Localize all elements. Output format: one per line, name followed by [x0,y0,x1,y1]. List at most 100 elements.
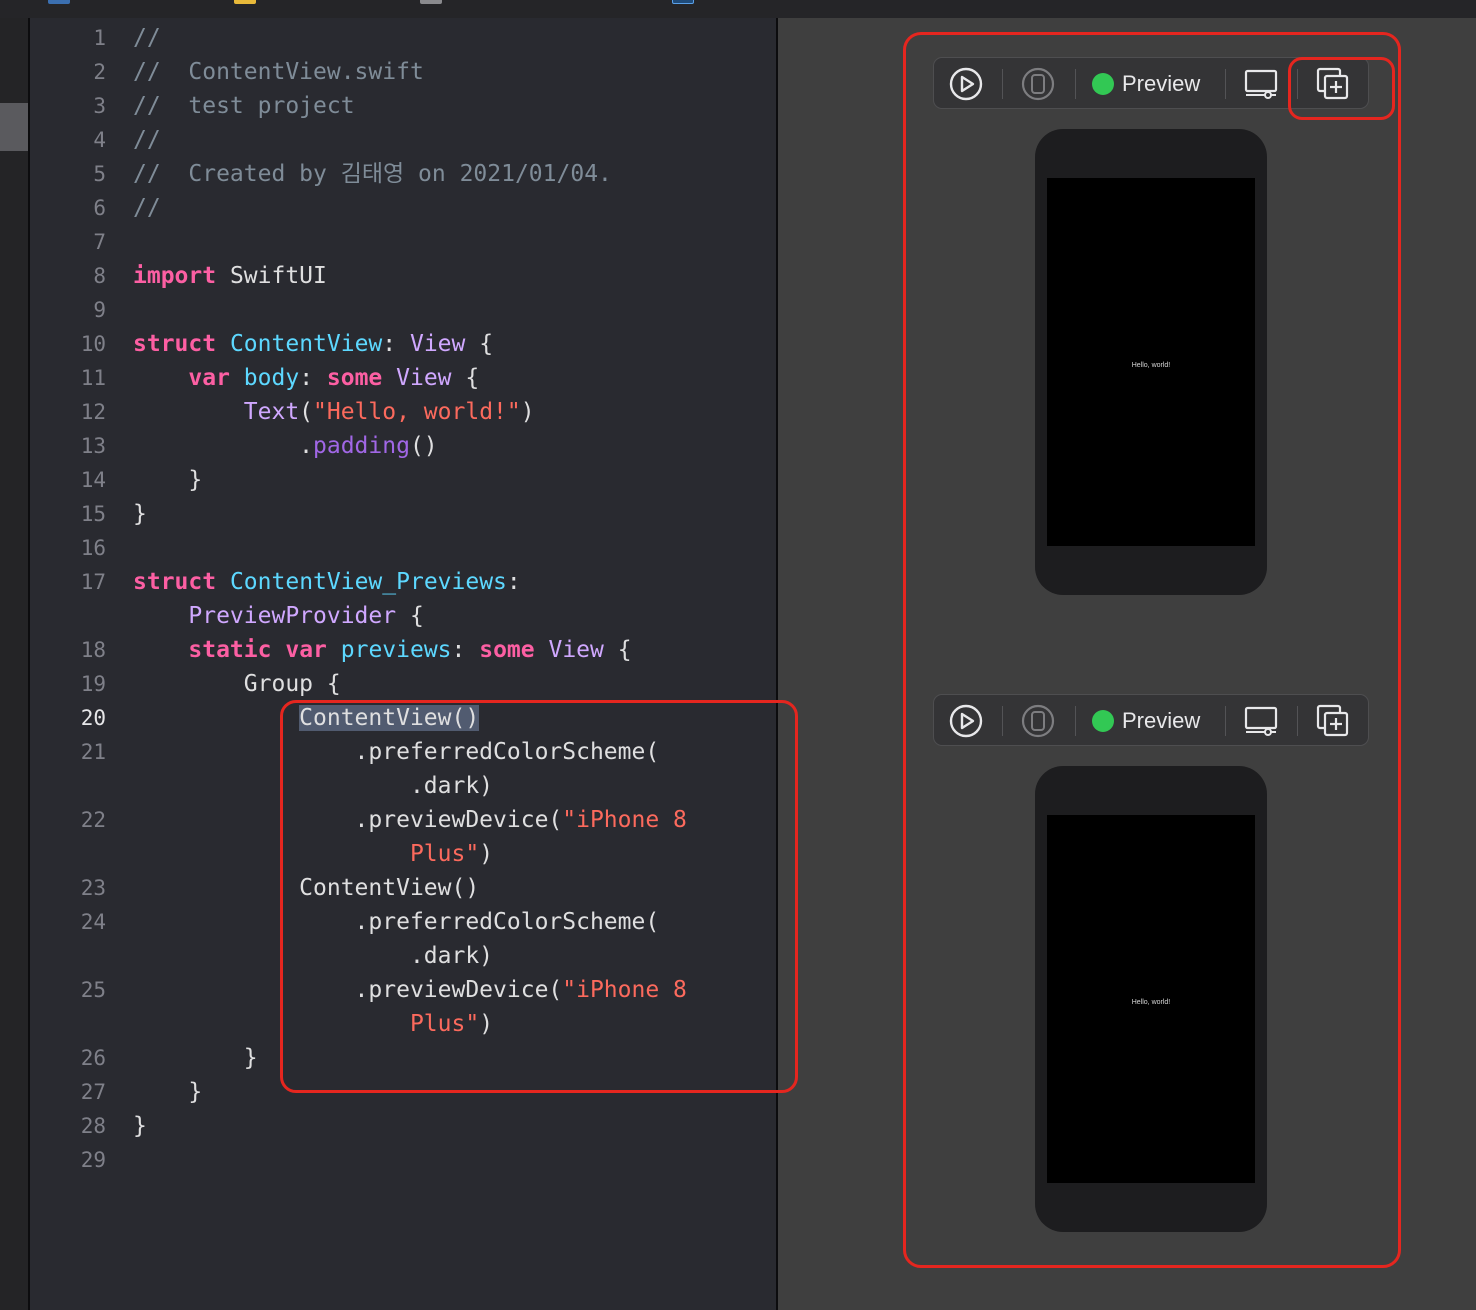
xcode-window: 1 2 3 4 5 6 7 8 9 10 11 12 13 14 15 16 17 18 19 20 21 22 23 24 2… [0,0,1476,1310]
code-line[interactable]: static var previews: some View { [133,633,632,667]
code-line[interactable]: } [133,1041,258,1075]
code-token: View [409,331,466,357]
code-token: previews [340,637,452,663]
code-token: // Created by 김태영 on 2021/01/04. [133,161,612,187]
line-number[interactable] [30,599,106,633]
code-token: ContentView [229,331,383,357]
line-number[interactable]: 2 [30,55,106,89]
line-number[interactable]: 5 [30,157,106,191]
code-token: struct [133,569,217,595]
code-token: : [299,365,327,391]
line-number[interactable]: 26 [30,1041,106,1075]
code-line[interactable]: // Created by 김태영 on 2021/01/04. [133,157,612,191]
folder-icon[interactable] [234,0,256,4]
code-token: : [451,637,480,663]
line-number[interactable] [30,939,106,973]
code-token: : [382,331,410,357]
code-line[interactable]: } [133,463,202,497]
swift-file-icon[interactable] [672,0,694,4]
code-line[interactable]: struct ContentView_Previews: [133,565,521,599]
source-editor[interactable]: 1 2 3 4 5 6 7 8 9 10 11 12 13 14 15 16 17 18 19 20 21 22 23 24 2… [30,18,776,1310]
line-number[interactable]: 14 [30,463,106,497]
line-number[interactable]: 3 [30,89,106,123]
code-line[interactable]: // [133,123,161,157]
code-token: View [548,637,604,663]
line-number[interactable]: 9 [30,293,106,327]
code-line[interactable]: } [133,497,147,531]
line-number[interactable]: 1 [30,21,106,55]
project-icon[interactable] [48,0,70,4]
line-number[interactable]: 10 [30,327,106,361]
line-number[interactable]: 7 [30,225,106,259]
line-number[interactable]: 24 [30,905,106,939]
code-line[interactable]: .padding() [133,429,438,463]
line-number[interactable]: 25 [30,973,106,1007]
line-number[interactable]: 8 [30,259,106,293]
code-token: // test project [133,93,355,119]
line-number[interactable]: 11 [30,361,106,395]
line-number[interactable]: 23 [30,871,106,905]
code-line[interactable]: // [133,191,161,225]
line-number[interactable] [30,837,106,871]
code-line[interactable]: } [133,1109,147,1143]
code-line[interactable]: import SwiftUI [133,259,327,293]
line-number[interactable]: 27 [30,1075,106,1109]
code-line[interactable]: // test project [133,89,355,123]
code-line[interactable]: struct ContentView: View { [133,327,493,361]
line-number[interactable]: 28 [30,1109,106,1143]
line-number[interactable]: 13 [30,429,106,463]
code-token: { [603,637,632,663]
jump-bar [0,0,1476,18]
line-number[interactable]: 19 [30,667,106,701]
line-number[interactable]: 22 [30,803,106,837]
code-token: // ContentView.swift [133,59,424,85]
line-number[interactable]: 12 [30,395,106,429]
code-line[interactable]: } [133,1075,202,1109]
line-number[interactable]: 6 [30,191,106,225]
line-number[interactable]: 20 [30,701,106,735]
line-number[interactable]: 15 [30,497,106,531]
code-token: } [133,467,203,493]
line-number[interactable] [30,769,106,803]
code-token: { [465,331,494,357]
code-token: some [479,637,535,663]
code-line[interactable]: Group { [133,667,341,701]
code-token: // [133,195,161,221]
line-number[interactable]: 21 [30,735,106,769]
code-line[interactable]: var body: some View { [133,361,479,395]
line-number[interactable]: 16 [30,531,106,565]
code-line[interactable]: Text("Hello, world!") [133,395,535,429]
code-line[interactable]: // [133,21,161,55]
code-token: View [396,365,452,391]
code-token: } [133,1113,147,1139]
line-number[interactable]: 29 [30,1143,106,1177]
code-token: some [326,365,383,391]
annotation-previews-box [903,32,1401,1268]
code-token: var [188,365,230,391]
code-line[interactable]: // ContentView.swift [133,55,424,89]
line-number[interactable]: 17 [30,565,106,599]
code-token: static [188,637,272,663]
code-token: Group { [133,671,341,697]
code-token: : [506,569,521,595]
file-group-icon[interactable] [420,0,442,4]
annotation-duplicate-button-box [1288,57,1395,120]
code-token: . [133,433,314,459]
code-token: } [133,1045,258,1071]
line-number[interactable]: 18 [30,633,106,667]
code-token: struct [133,331,217,357]
navigator-selected-item[interactable] [0,103,28,151]
code-line[interactable]: PreviewProvider { [133,599,423,633]
code-token: () [409,433,438,459]
line-number[interactable]: 4 [30,123,106,157]
line-number[interactable] [30,1007,106,1041]
